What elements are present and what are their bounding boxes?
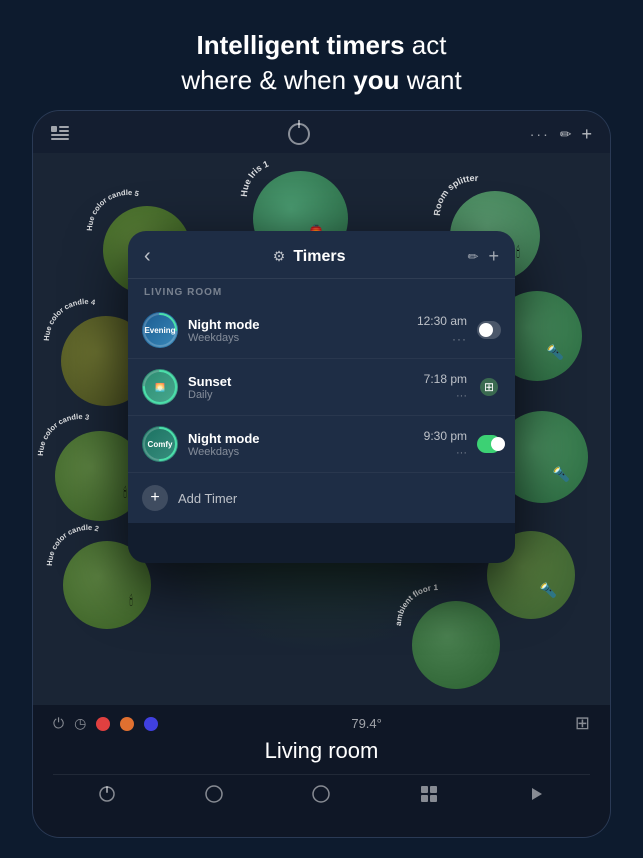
timer-item-1[interactable]: Evening Night mode Weekdays 12:30 am ··· [128,302,515,359]
svg-text:Hue color candle 4: Hue color candle 4 [42,297,97,341]
panel-header: ‹ ⚙ Timers ✏ + [128,231,515,279]
timer-avatar-2: 🌅 [142,369,178,405]
nav-power[interactable] [94,781,120,807]
svg-text:Hue color candle 2: Hue color candle 2 [45,523,100,566]
add-timer-label: Add Timer [178,491,237,506]
add-timer-button[interactable]: + Add Timer [128,473,515,523]
nav-play[interactable] [523,781,549,807]
room-name: Living room [53,738,590,764]
svg-text:Hue color candle 5: Hue color candle 5 [85,188,140,231]
add-timer-icon: + [142,485,168,511]
timer-info-2: Sunset Daily [188,374,414,401]
panel-edit-icon[interactable]: ✏ [468,249,479,265]
room-temp: 79.4° [351,716,382,731]
color-circle-orange[interactable] [120,717,134,731]
timer-toggle-1[interactable] [477,318,501,342]
timer-badge-2[interactable]: ⊞ [477,375,501,399]
header: Intelligent timers act where & when you … [0,0,643,110]
svg-text:Hue color candle 3: Hue color candle 3 [36,412,90,456]
nav-circle[interactable] [308,781,334,807]
timer-toggle-3[interactable] [477,432,501,456]
topbar-dots-icon[interactable]: ··· [530,126,550,142]
timer-badge-icon: ⊞ [480,378,498,396]
power-icon-room[interactable]: ⏻ [53,715,64,732]
svg-text:ambient floor 1: ambient floor 1 [394,583,439,626]
topbar-center [288,123,310,145]
panel-title: Timers [293,248,345,266]
nav-home[interactable] [201,781,227,807]
panel-plus-icon[interactable]: + [488,246,499,267]
room-controls: ⏻ ◷ 79.4° ⊞ [53,713,590,734]
header-line1: Intelligent timers act [197,30,447,60]
timer-item-2[interactable]: 🌅 Sunset Daily 7:18 pm ··· ⊞ [128,359,515,416]
room-grid-icon[interactable]: ⊞ [575,713,590,734]
toggle-1[interactable] [477,321,501,339]
device-ambient-floor[interactable]: ambient floor 1 [412,601,500,689]
panel-settings-icon[interactable]: ⚙ [273,248,286,265]
svg-text:Hue Iris 1: Hue Iris 1 [239,159,270,198]
timer-avatar-1: Evening [142,312,178,348]
bottom-nav [53,774,590,807]
toggle-3[interactable] [477,435,501,453]
header-line2: where & when you want [181,65,461,95]
nav-grid[interactable] [416,781,442,807]
timer-item-3[interactable]: Comfy Night mode Weekdays 9:30 pm ··· [128,416,515,473]
panel-footer [128,523,515,563]
svg-text:Room splitter: Room splitter [432,173,479,216]
timer-icon-room[interactable]: ◷ [74,715,86,732]
timer-info-3: Night mode Weekdays [188,431,414,458]
device-bottombar: ⏻ ◷ 79.4° ⊞ Living room [33,705,610,837]
sidebar-toggle-icon[interactable] [51,126,69,143]
topbar-left [51,126,69,143]
color-circle-red[interactable] [96,717,110,731]
edit-icon[interactable]: ✏ [560,126,572,143]
panel-section-label: LIVING ROOM [128,279,515,302]
add-icon-topbar[interactable]: + [581,124,592,145]
room-icons: ⏻ ◷ [53,715,158,732]
timer-info-1: Night mode Weekdays [188,317,407,344]
power-icon-center[interactable] [288,123,310,145]
color-circle-blue[interactable] [144,717,158,731]
timer-avatar-3: Comfy [142,426,178,462]
timer-panel: ‹ ⚙ Timers ✏ + LIVING ROOM Evening Night… [128,231,515,563]
topbar-right: ··· ✏ + [530,124,592,145]
device-frame: ··· ✏ + Hue Iris 1 🏮 Room splitter [32,110,611,838]
panel-back-button[interactable]: ‹ [144,245,151,268]
device-topbar: ··· ✏ + [33,111,610,153]
